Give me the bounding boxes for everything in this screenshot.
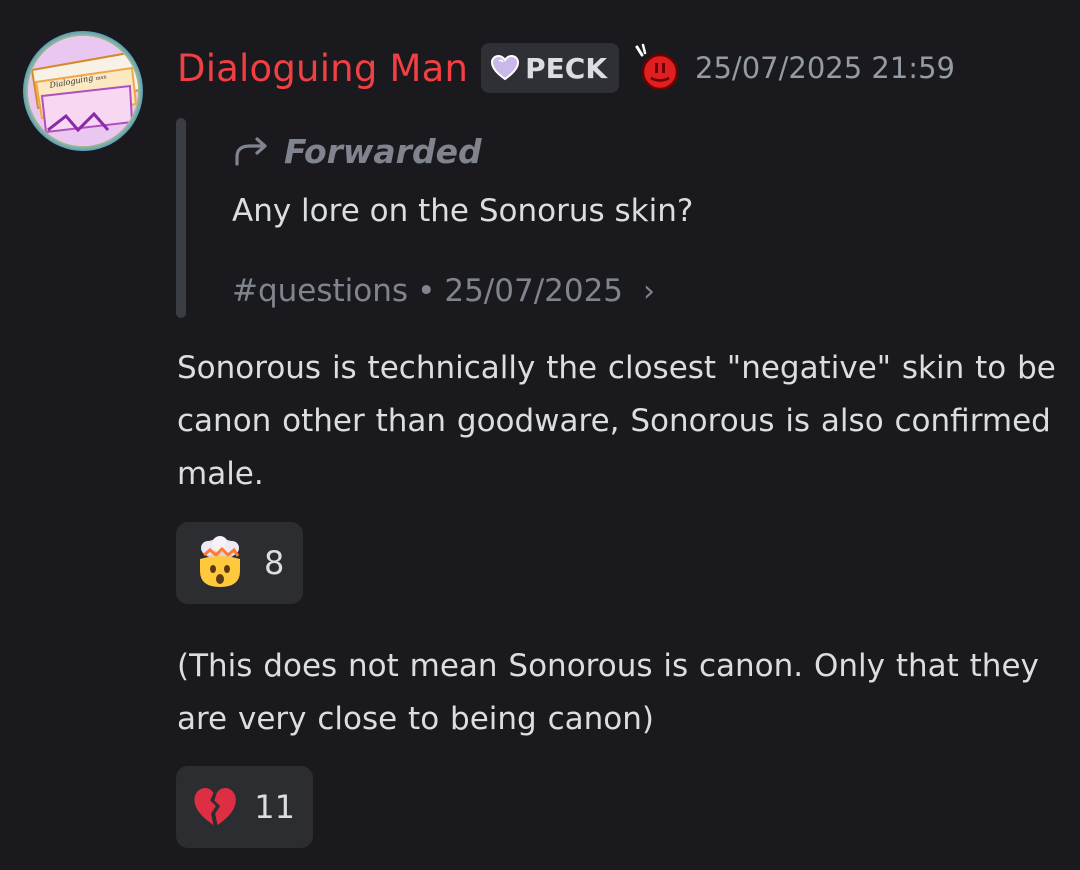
heart-icon [491,55,520,81]
forwarded-message-text: Any lore on the Sonorus skin? [232,193,694,229]
forwarded-text: Forwarded [284,131,482,171]
reaction-broken-heart[interactable]: 11 [176,766,313,848]
exploding-head-emoji [200,536,240,587]
message-header: Dialoguing Man PECK 25/07/2025 21:59 [177,40,955,96]
server-tag[interactable]: PECK [481,43,620,93]
forwarded-source[interactable]: #questions • 25/07/2025 › [232,268,655,314]
message-text: (This does not mean Sonorous is canon. O… [177,648,1039,737]
separator-dot: • [417,273,436,309]
red-angry-face-icon[interactable] [633,43,683,93]
reaction-count: 11 [254,788,295,826]
broken-heart-emoji [194,787,236,826]
source-date: 25/07/2025 [444,273,624,309]
forward-quote-bar [176,118,186,318]
reaction-exploding-head[interactable]: 8 [176,522,303,604]
message-text: Sonorous is technically the closest "neg… [177,350,1056,492]
author-name[interactable]: Dialoguing Man [177,47,468,90]
source-channel-link[interactable]: #questions [232,273,408,309]
avatar[interactable]: Dialoguing man [22,30,144,152]
reaction-count: 8 [264,544,285,582]
server-tag-label: PECK [525,51,608,85]
avatar-image: Dialoguing man [23,31,143,151]
forwarded-label: Forwarded [232,128,482,174]
forward-arrow-icon [235,137,267,166]
message-timestamp[interactable]: 25/07/2025 21:59 [695,51,955,85]
chevron-right-icon[interactable]: › [643,274,655,309]
